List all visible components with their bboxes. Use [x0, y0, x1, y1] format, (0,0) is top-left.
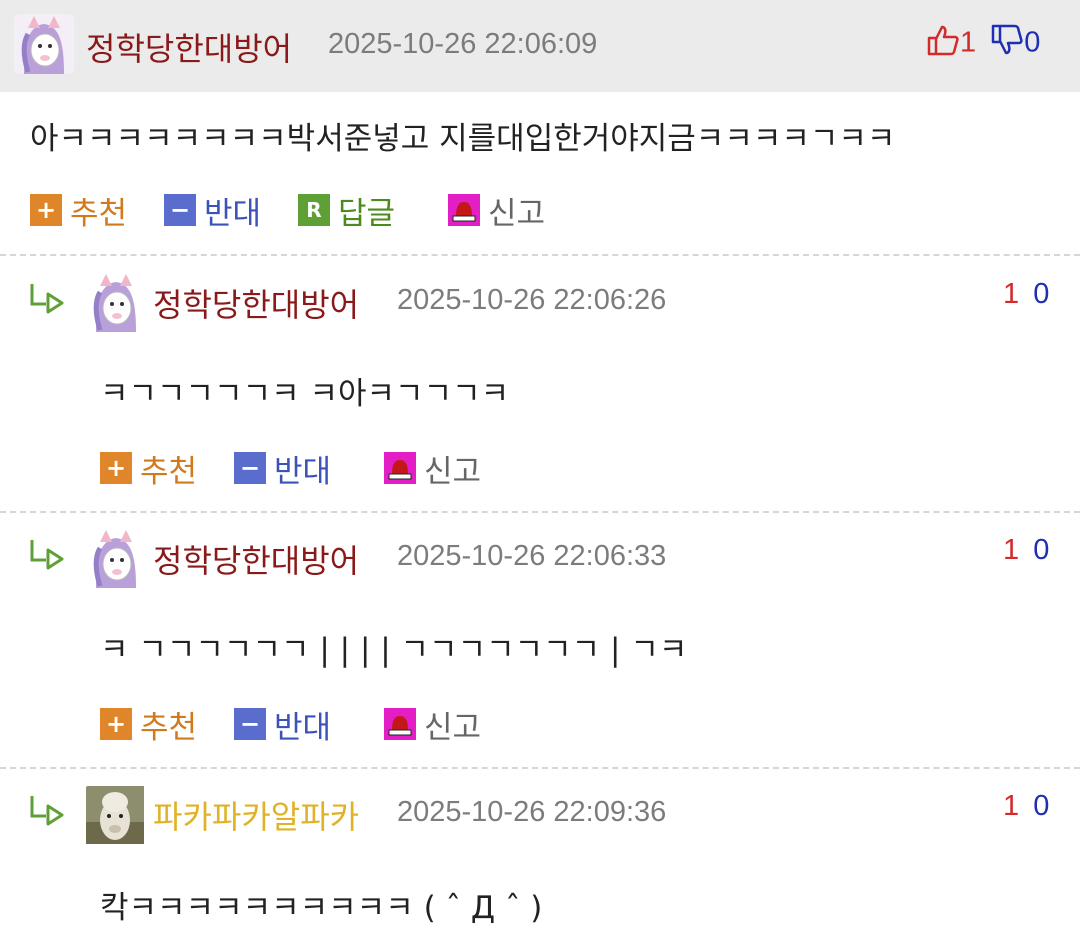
- minus-icon: −: [234, 452, 266, 484]
- downvote-count: 0: [1024, 26, 1041, 59]
- comment-date: 2025-10-26 22:06:09: [328, 28, 598, 60]
- user-avatar[interactable]: [86, 272, 146, 332]
- reply-arrow-icon: [28, 794, 68, 826]
- downvote-count: 0: [1033, 278, 1050, 310]
- upvote-count: 1: [1003, 534, 1020, 566]
- recommend-button[interactable]: + 추천: [100, 704, 198, 746]
- thumbs-down-icon: [990, 24, 1024, 64]
- oppose-button[interactable]: − 반대: [234, 704, 332, 746]
- downvote-count: 0: [1033, 534, 1050, 566]
- reply-label: 답글: [338, 195, 396, 232]
- minus-icon: −: [164, 194, 196, 226]
- plus-icon: +: [100, 708, 132, 740]
- report-label: 신고: [424, 709, 482, 746]
- oppose-button[interactable]: − 반대: [164, 190, 262, 232]
- divider: [0, 511, 1080, 513]
- report-button[interactable]: 신고: [448, 190, 546, 232]
- user-avatar[interactable]: [14, 14, 74, 74]
- downvote-count: 0: [1033, 790, 1050, 822]
- reply-icon: R: [298, 194, 330, 226]
- vote-counts: 1 0: [926, 24, 1040, 64]
- user-avatar[interactable]: [86, 528, 146, 588]
- recommend-label: 추천: [140, 709, 198, 746]
- plus-icon: +: [100, 452, 132, 484]
- siren-icon: [384, 452, 416, 484]
- comment-author[interactable]: 파카파카알파카: [153, 792, 359, 838]
- divider: [0, 767, 1080, 769]
- reply-arrow-icon: [28, 538, 68, 570]
- upvote-count: 1: [1003, 790, 1020, 822]
- comment-actions: + 추천 − 반대 신고: [100, 448, 550, 490]
- recommend-button[interactable]: + 추천: [30, 190, 128, 232]
- comment-author[interactable]: 정학당한대방어: [86, 24, 292, 70]
- oppose-button[interactable]: − 반대: [234, 448, 332, 490]
- comment-text: ㅋ ㄱㄱㄱㄱㄱㄱ | | | | ㄱㄱㄱㄱㄱㄱㄱ | ㄱㅋ: [100, 632, 688, 668]
- reply-button[interactable]: R 답글: [298, 190, 396, 232]
- user-avatar[interactable]: [86, 786, 146, 846]
- thumbs-up-icon: [926, 24, 960, 64]
- oppose-label: 반대: [274, 709, 332, 746]
- oppose-label: 반대: [274, 453, 332, 490]
- recommend-button[interactable]: + 추천: [100, 448, 198, 490]
- recommend-label: 추천: [140, 453, 198, 490]
- report-button[interactable]: 신고: [384, 704, 482, 746]
- divider: [0, 254, 1080, 256]
- comment-date: 2025-10-26 22:09:36: [397, 796, 667, 828]
- comment-actions: + 추천 − 반대 R 답글 신고: [30, 190, 630, 232]
- minus-icon: −: [234, 708, 266, 740]
- siren-icon: [384, 708, 416, 740]
- upvote-count: 1: [960, 26, 977, 59]
- vote-counts: 1 0: [1003, 534, 1049, 567]
- upvote-count: 1: [1003, 278, 1020, 310]
- oppose-label: 반대: [204, 195, 262, 232]
- comment-author[interactable]: 정학당한대방어: [153, 280, 359, 326]
- vote-counts: 1 0: [1003, 790, 1049, 823]
- report-button[interactable]: 신고: [384, 448, 482, 490]
- comment-text: ㅋㄱㄱㄱㄱㄱㅋ ㅋ아ㅋㄱㄱㄱㅋ: [100, 376, 510, 412]
- report-label: 신고: [424, 453, 482, 490]
- vote-counts: 1 0: [1003, 278, 1049, 311]
- comment-text: 아ㅋㅋㅋㅋㅋㅋㅋㅋ박서준넣고 지를대입한거야지금ㅋㅋㅋㅋㄱㅋㅋ: [30, 121, 896, 157]
- comment-actions: + 추천 − 반대 신고: [100, 704, 550, 746]
- reply-arrow-icon: [28, 282, 68, 314]
- comment-list: 정학당한대방어 2025-10-26 22:06:09 1 0 아ㅋㅋㅋㅋㅋㅋㅋ…: [0, 0, 1080, 926]
- plus-icon: +: [30, 194, 62, 226]
- comment-text: 칵ㅋㅋㅋㅋㅋㅋㅋㅋㅋㅋ ( ˆ Д ˆ ): [100, 890, 543, 926]
- siren-icon: [448, 194, 480, 226]
- report-label: 신고: [488, 195, 546, 232]
- comment-date: 2025-10-26 22:06:33: [397, 540, 667, 572]
- comment-author[interactable]: 정학당한대방어: [153, 536, 359, 582]
- comment-date: 2025-10-26 22:06:26: [397, 284, 667, 316]
- recommend-label: 추천: [70, 195, 128, 232]
